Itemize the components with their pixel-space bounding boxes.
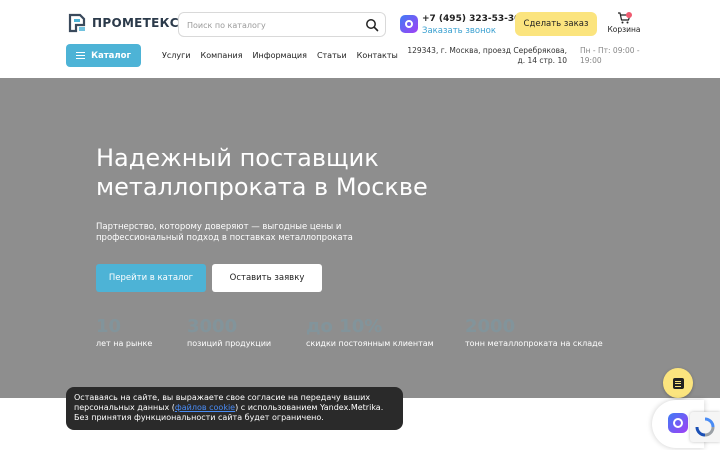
search-box bbox=[178, 12, 386, 37]
main-nav: Услуги Компания Информация Статьи Контак… bbox=[162, 51, 398, 60]
stat-item: 10 лет на рынке bbox=[96, 316, 152, 348]
cart-count-badge bbox=[626, 12, 632, 18]
stat-value: 3000 bbox=[187, 316, 238, 337]
stat-value: до 10% bbox=[306, 316, 383, 337]
stat-item: до 10% скидки постоянным клиентам bbox=[306, 316, 434, 348]
stat-value: 2000 bbox=[465, 316, 516, 337]
order-button[interactable]: Сделать заказ bbox=[515, 12, 597, 36]
stat-label: скидки постоянным клиентам bbox=[306, 339, 434, 348]
recaptcha-badge[interactable] bbox=[690, 412, 720, 442]
search-input[interactable] bbox=[187, 19, 357, 31]
recaptcha-icon bbox=[695, 417, 715, 437]
phone-app-icon bbox=[668, 413, 688, 433]
cookie-banner: Оставаясь на сайте, вы выражаете свое со… bbox=[66, 387, 403, 430]
leave-request-button[interactable]: Оставить заявку bbox=[212, 264, 322, 292]
phone-app-icon[interactable] bbox=[400, 15, 418, 33]
cookie-files-link[interactable]: файлов cookie bbox=[175, 403, 235, 412]
search-icon[interactable] bbox=[365, 18, 379, 32]
hero-title: Надежный поставщик металлопроката в Моск… bbox=[96, 144, 428, 201]
hero-section: Надежный поставщик металлопроката в Моск… bbox=[0, 78, 720, 398]
logo-text: ПРОМЕТЕКС bbox=[92, 16, 179, 30]
go-to-catalog-button[interactable]: Перейти в каталог bbox=[96, 264, 206, 292]
phone-number[interactable]: +7 (495) 323-53-30 bbox=[422, 14, 520, 24]
hero-subtitle: Партнерство, которому доверяют — выгодны… bbox=[96, 222, 353, 243]
callback-link[interactable]: Заказать звонок bbox=[422, 26, 496, 36]
stat-label: тонн металлопроката на складе bbox=[465, 339, 603, 348]
chat-widget-button[interactable] bbox=[663, 368, 693, 398]
working-hours: Пн - Пт: 09:00 - 19:00 bbox=[580, 46, 640, 65]
nav-item-services[interactable]: Услуги bbox=[162, 51, 191, 60]
catalog-button[interactable]: Каталог bbox=[66, 44, 141, 67]
nav-item-articles[interactable]: Статьи bbox=[317, 51, 347, 60]
stat-label: лет на рынке bbox=[96, 339, 153, 348]
stat-item: 3000 позиций продукции bbox=[187, 316, 271, 348]
nav-item-information[interactable]: Информация bbox=[253, 51, 307, 60]
cart-label: Корзина bbox=[607, 25, 641, 34]
nav-item-contacts[interactable]: Контакты bbox=[357, 51, 398, 60]
cart-button[interactable]: Корзина bbox=[606, 12, 642, 34]
nav-item-company[interactable]: Компания bbox=[201, 51, 243, 60]
company-address: 129343, г. Москва, проезд Серебрякова, д… bbox=[407, 46, 567, 65]
stat-value: 10 bbox=[96, 316, 122, 337]
stat-label: позиций продукции bbox=[187, 339, 272, 348]
stat-item: 2000 тонн металлопроката на складе bbox=[465, 316, 603, 348]
site-header: ПРОМЕТЕКС +7 (495) 323-53-30 Заказать зв… bbox=[0, 0, 720, 78]
catalog-button-label: Каталог bbox=[91, 50, 131, 61]
chat-document-icon bbox=[672, 377, 684, 389]
menu-icon bbox=[76, 52, 86, 60]
logo-icon bbox=[68, 13, 86, 33]
logo[interactable]: ПРОМЕТЕКС bbox=[66, 12, 179, 34]
